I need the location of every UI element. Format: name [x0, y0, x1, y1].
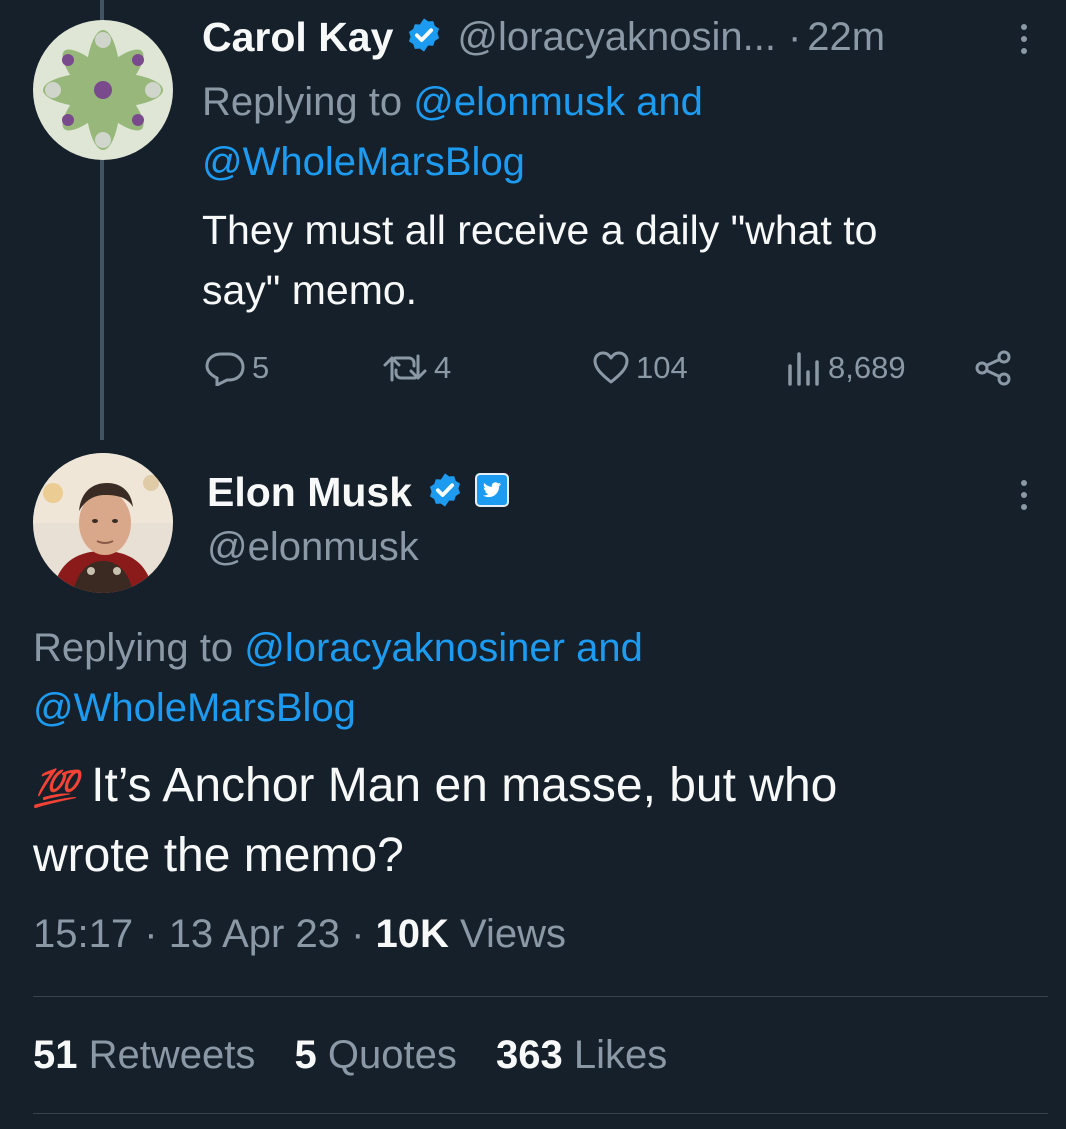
views-count: 8,689: [828, 350, 906, 385]
likes-label: Likes: [573, 1033, 668, 1077]
quotes-count: 5: [294, 1033, 317, 1077]
views-count: 10K: [375, 912, 449, 956]
views-label: Views: [460, 912, 567, 956]
tweet-text-line: It’s Anchor Man en masse, but who: [91, 759, 838, 812]
carol-kay-avatar[interactable]: [33, 20, 173, 160]
twitter-affiliation-icon[interactable]: [474, 472, 510, 513]
like-action[interactable]: 104: [592, 350, 688, 386]
retweets-stat[interactable]: 51 Retweets: [33, 1033, 267, 1077]
like-count: 104: [636, 350, 688, 385]
verified-badge-icon: [426, 471, 464, 514]
retweet-action[interactable]: 4: [382, 350, 451, 386]
views-action[interactable]: 8,689: [786, 350, 906, 386]
reply-count: 5: [252, 350, 270, 385]
more-options-icon[interactable]: [1021, 480, 1029, 516]
share-icon[interactable]: [974, 350, 1014, 391]
retweet-icon: [382, 350, 428, 386]
elon-musk-avatar[interactable]: [33, 453, 173, 593]
likes-stat[interactable]: 363 Likes: [496, 1033, 667, 1077]
mention-link[interactable]: @WholeMarsBlog: [33, 686, 356, 730]
tweet-meta: 15:17 · 13 Apr 23 · 10K Views: [33, 912, 566, 957]
author-name[interactable]: Elon Musk: [207, 469, 412, 516]
tweet-text-line: They must all receive a daily "what to: [202, 207, 878, 253]
tweet-text-line: wrote the memo?: [33, 829, 404, 883]
replying-to: Replying to @loracyaknosiner and @WholeM…: [33, 618, 1033, 738]
replying-to: Replying to @elonmusk and @WholeMarsBlog: [202, 72, 1022, 192]
engagement-stats: 51 Retweets 5 Quotes 363 Likes: [33, 1033, 667, 1078]
retweets-count: 51: [33, 1033, 78, 1077]
hundred-points-emoji: 💯: [33, 767, 78, 809]
retweet-count: 4: [434, 350, 452, 385]
mention-link[interactable]: @WholeMarsBlog: [202, 140, 525, 184]
replying-to-label: Replying to: [202, 80, 403, 124]
divider: [33, 996, 1048, 997]
time-separator: ·: [787, 14, 802, 59]
meta-separator: ·: [351, 912, 365, 956]
mention-link[interactable]: @loracyaknosiner: [244, 626, 565, 670]
quotes-label: Quotes: [327, 1033, 457, 1077]
replying-to-label: Replying to: [33, 626, 234, 670]
reply-action[interactable]: 5: [204, 350, 269, 386]
reply-icon: [204, 350, 246, 386]
tweet-time[interactable]: 22m: [807, 15, 885, 60]
more-options-icon[interactable]: [1021, 24, 1029, 60]
views-chart-icon: [786, 350, 822, 386]
mention-and: and: [636, 80, 703, 124]
tweet-text: 💯 It’s Anchor Man en masse, but who wrot…: [33, 752, 1043, 890]
author-handle[interactable]: @elonmusk: [207, 525, 419, 570]
retweets-label: Retweets: [88, 1033, 256, 1077]
quotes-stat[interactable]: 5 Quotes: [295, 1033, 468, 1077]
author-name[interactable]: Carol Kay: [202, 14, 393, 61]
main-tweet-header: Elon Musk: [207, 467, 510, 517]
mention-link[interactable]: @elonmusk: [413, 80, 625, 124]
tweet-date[interactable]: 13 Apr 23: [169, 912, 340, 956]
mention-and: and: [576, 626, 643, 670]
tweet-text-line: say" memo.: [202, 267, 418, 313]
divider: [33, 1113, 1048, 1114]
author-handle[interactable]: @loracyaknosin...: [457, 15, 776, 60]
likes-count: 363: [495, 1033, 563, 1077]
tweet-time[interactable]: 15:17: [33, 912, 133, 956]
heart-icon: [592, 350, 630, 386]
meta-separator: ·: [144, 912, 158, 956]
tweet-text: They must all receive a daily "what to s…: [202, 200, 1042, 320]
verified-badge-icon: [405, 16, 443, 59]
reply-tweet-header: Carol Kay @loracyaknosin... · 22m: [202, 14, 885, 60]
